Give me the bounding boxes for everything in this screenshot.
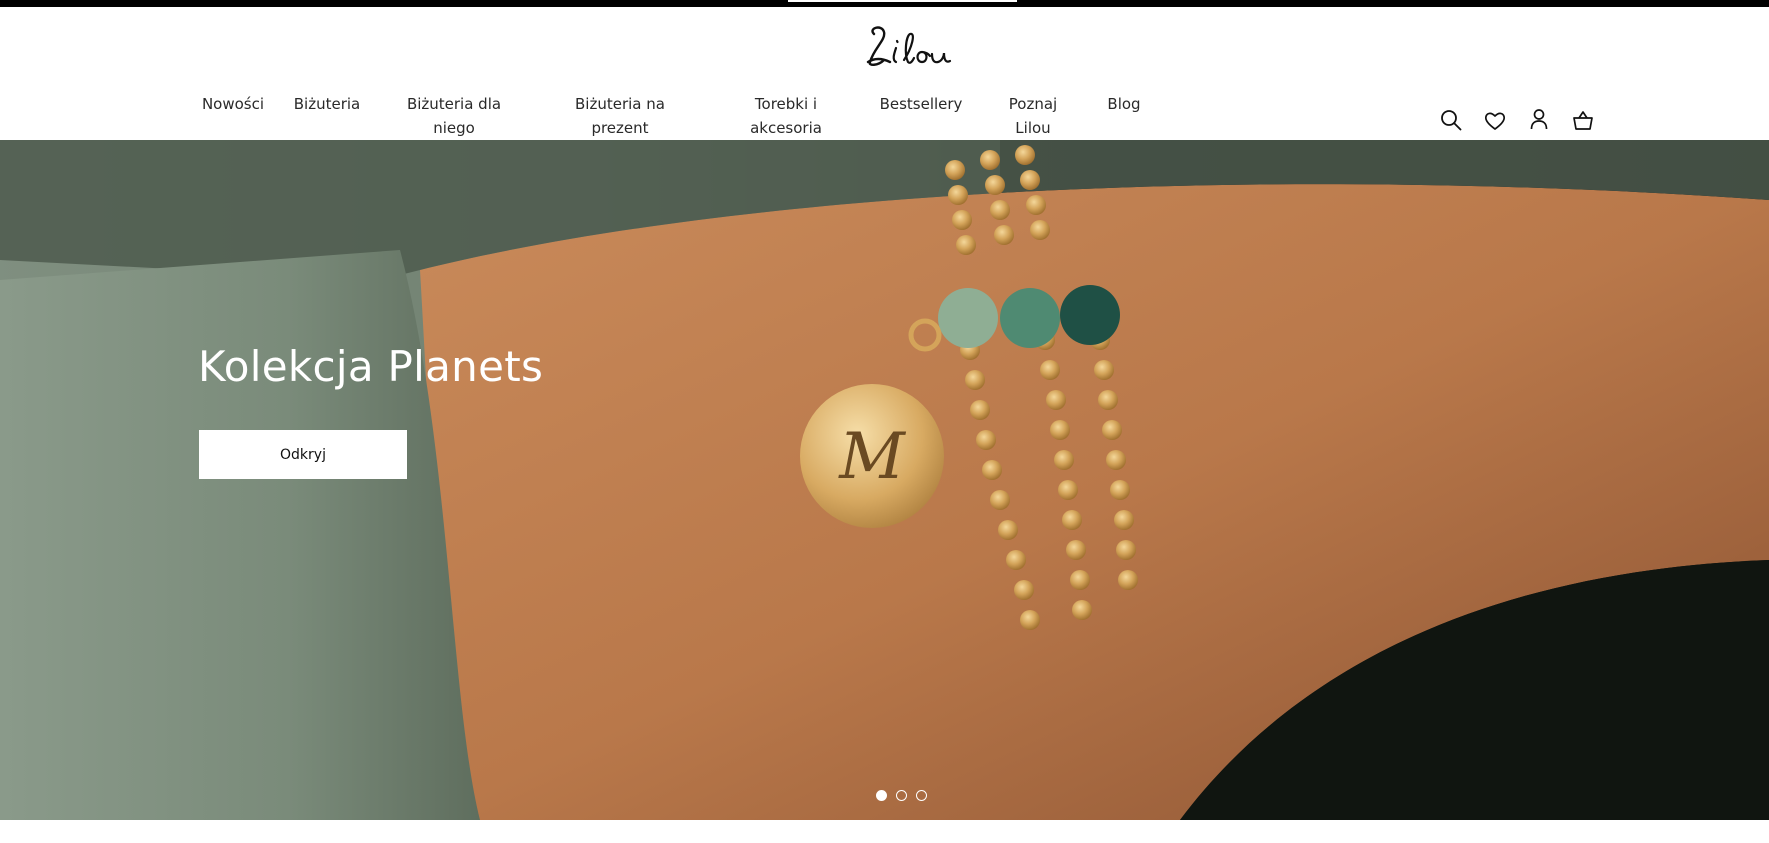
page-below-hero bbox=[0, 820, 1769, 843]
hero-image: M bbox=[0, 140, 1769, 820]
slider-dot-1[interactable] bbox=[876, 790, 887, 801]
nav-item-blog[interactable]: Blog bbox=[1100, 92, 1148, 116]
nav-item-torebki-i-akcesoria[interactable]: Torebki i akcesoria bbox=[736, 92, 836, 140]
svg-text:M: M bbox=[838, 420, 906, 494]
nav-item-bizuteria-na-prezent[interactable]: Biżuteria na prezent bbox=[566, 92, 674, 140]
user-icon[interactable] bbox=[1528, 108, 1550, 130]
hero-title: Kolekcja Planets bbox=[198, 342, 544, 391]
nav-item-nowosci[interactable]: Nowości bbox=[198, 92, 268, 116]
nav-item-bestsellery[interactable]: Bestsellery bbox=[876, 92, 966, 116]
search-icon[interactable] bbox=[1440, 109, 1462, 131]
heart-icon[interactable] bbox=[1484, 110, 1506, 132]
slider-dot-2[interactable] bbox=[896, 790, 907, 801]
top-bar-indicator bbox=[788, 0, 1017, 2]
discover-button[interactable]: Odkryj bbox=[199, 430, 407, 479]
basket-icon[interactable] bbox=[1572, 109, 1594, 131]
brand-logo[interactable] bbox=[860, 18, 960, 70]
nav-item-bizuteria[interactable]: Biżuteria bbox=[290, 92, 364, 116]
hero-banner: M Kolekcja Planets Odkryj bbox=[0, 140, 1769, 820]
nav-item-bizuteria-dla-niego[interactable]: Biżuteria dla niego bbox=[404, 92, 504, 140]
nav-item-poznaj-lilou[interactable]: Poznaj Lilou bbox=[1000, 92, 1066, 140]
top-bar bbox=[0, 0, 1769, 7]
slider-dot-3[interactable] bbox=[916, 790, 927, 801]
